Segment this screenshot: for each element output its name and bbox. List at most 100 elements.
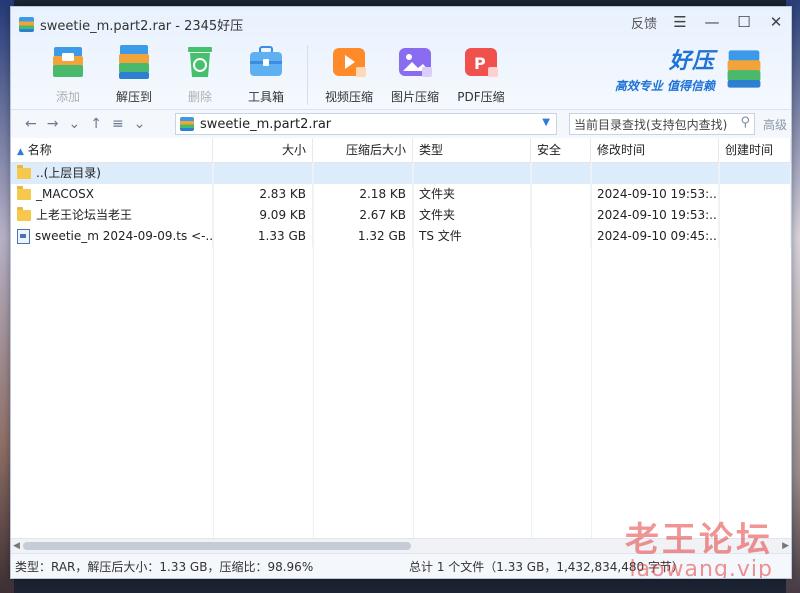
extract-box-icon [119,45,149,79]
cell-packed: 2.67 KB [313,205,413,226]
maximize-icon[interactable]: ☐ [735,11,753,33]
window-title: sweetie_m.part2.rar - 2345好压 [40,19,244,34]
pdf-compress-button[interactable]: P PDF压缩 [448,41,514,105]
row-name: ..(上层目录) [36,166,101,180]
folder-icon [17,165,31,179]
add-button[interactable]: 添加 [35,41,101,105]
cell-name: sweetie_m 2024-09-09.ts <-... [11,226,213,247]
column-divider [313,162,314,538]
horizontal-scrollbar[interactable]: ◀ ▶ [11,538,791,553]
path-text: sweetie_m.part2.rar [200,116,332,132]
brand-logo: 好压 高效专业 值得信赖 [615,43,767,94]
file-list: ▲ 名称 大小 压缩后大小 类型 安全 修改时间 创建时间 ..(上层目录) _… [11,138,791,538]
video-file-icon [17,229,30,244]
feedback-link[interactable]: 反馈 [631,13,657,32]
col-modified[interactable]: 修改时间 [591,138,719,162]
table-row[interactable]: _MACOSX 2.83 KB 2.18 KB 文件夹 2024-09-10 1… [11,184,791,205]
back-arrow-icon[interactable]: ← [25,116,37,132]
window-header: sweetie_m.part2.rar - 2345好压 反馈 ☰ — ☐ ✕ … [11,7,791,110]
advanced-search-link[interactable]: 高级 [763,116,787,133]
folder-icon [17,186,31,200]
title-bar: sweetie_m.part2.rar - 2345好压 [19,15,243,34]
column-divider [531,162,532,538]
cell-name: _MACOSX [11,184,213,205]
col-created[interactable]: 创建时间 [719,138,791,162]
archive-window: sweetie_m.part2.rar - 2345好压 反馈 ☰ — ☐ ✕ … [10,6,792,579]
search-placeholder: 当前目录查找(支持包内查找) [574,117,728,132]
delete-label: 删除 [187,90,212,104]
address-bar: ← → ⌄ ↑ ≡ ⌄ sweetie_m.part2.rar ▼ 当前目录查找… [11,110,791,139]
scroll-left-icon[interactable]: ◀ [13,539,20,553]
toolbox-label: 工具箱 [247,90,284,104]
up-arrow-icon[interactable]: ↑ [90,116,102,132]
app-icon [19,17,34,32]
col-size[interactable]: 大小 [213,138,313,162]
toolbox-button[interactable]: 工具箱 [233,41,299,105]
cell-modified: 2024-09-10 19:53:... [591,205,719,226]
add-label: 添加 [55,90,80,104]
table-row[interactable]: 上老王论坛当老王 9.09 KB 2.67 KB 文件夹 2024-09-10 … [11,205,791,226]
cell-type [413,163,531,184]
status-total: 总计 1 个文件（1.33 GB，1,432,834,480 字节） [409,560,684,574]
image-compress-icon [399,48,432,77]
minimize-icon[interactable]: — [703,11,721,33]
toolbar-separator [307,45,308,105]
column-divider [591,162,592,538]
brand-box-icon [727,49,761,88]
window-controls: 反馈 ☰ — ☐ ✕ [631,11,785,33]
rar-icon [180,117,194,131]
column-divider [213,162,214,538]
col-name[interactable]: ▲ 名称 [11,138,213,162]
scroll-right-icon[interactable]: ▶ [782,539,789,553]
cell-modified: 2024-09-10 19:53:... [591,184,719,205]
row-name: _MACOSX [36,187,95,201]
brand-name: 好压 [668,49,715,74]
video-compress-button[interactable]: 视频压缩 [316,41,382,105]
add-box-icon [53,47,83,77]
path-field[interactable]: sweetie_m.part2.rar ▼ [175,113,557,135]
cell-type: TS 文件 [413,226,531,247]
video-compress-icon [333,48,366,77]
delete-button[interactable]: 删除 [167,41,233,105]
cell-security [531,226,591,247]
row-name: 上老王论坛当老王 [36,208,133,222]
cell-created [719,184,791,205]
cell-size: 1.33 GB [213,226,313,247]
menu-icon[interactable]: ☰ [671,11,689,33]
cell-modified: 2024-09-10 09:45:... [591,226,719,247]
sort-asc-icon: ▲ [17,147,24,157]
cell-type: 文件夹 [413,184,531,205]
extract-to-button[interactable]: 解压到 [101,41,167,105]
status-archive-info: 类型：RAR，解压后大小：1.33 GB，压缩比：98.96% [15,560,314,574]
cell-type: 文件夹 [413,205,531,226]
cell-size [213,163,313,184]
table-row[interactable]: ..(上层目录) [11,163,791,184]
view-dropdown-icon[interactable]: ⌄ [134,116,146,132]
image-compress-button[interactable]: 图片压缩 [382,41,448,105]
cell-size: 2.83 KB [213,184,313,205]
search-icon[interactable]: ⚲ [740,115,750,130]
cell-security [531,205,591,226]
table-row[interactable]: sweetie_m 2024-09-09.ts <-... 1.33 GB 1.… [11,226,791,247]
close-icon[interactable]: ✕ [767,11,785,33]
cell-security [531,184,591,205]
brand-text: 好压 高效专业 值得信赖 [615,43,715,94]
column-divider [719,162,720,538]
col-packed-size[interactable]: 压缩后大小 [313,138,413,162]
forward-arrow-icon[interactable]: → [47,116,59,132]
extract-to-label: 解压到 [115,90,152,104]
row-name: sweetie_m 2024-09-09.ts <-... [35,229,213,243]
col-security[interactable]: 安全 [531,138,591,162]
column-divider [413,162,414,538]
col-type[interactable]: 类型 [413,138,531,162]
cell-security [531,163,591,184]
cell-size: 9.09 KB [213,205,313,226]
scrollbar-thumb[interactable] [23,542,411,550]
view-mode-icon[interactable]: ≡ [112,116,124,132]
cell-packed: 2.18 KB [313,184,413,205]
cell-modified [591,163,719,184]
path-dropdown-icon[interactable]: ▼ [542,117,550,128]
cell-created [719,226,791,247]
history-dropdown-icon[interactable]: ⌄ [68,116,80,132]
search-input[interactable]: 当前目录查找(支持包内查找) ⚲ [569,113,755,135]
